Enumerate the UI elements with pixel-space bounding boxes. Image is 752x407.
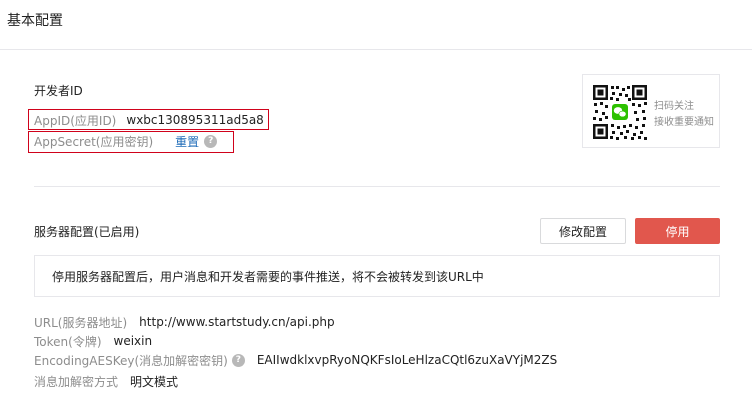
appsecret-label: AppSecret(应用密钥) (34, 134, 154, 149)
url-value: http://www.startstudy.cn/api.php (139, 315, 335, 329)
aes-key-row: EncodingAESKey(消息加解密密钥) ? EAIIwdklxvpRyo… (34, 352, 557, 368)
token-value: weixin (113, 334, 153, 348)
encryption-mode-label: 消息加解密方式 (34, 374, 119, 389)
encryption-mode-row: 消息加解密方式 明文模式 (34, 373, 178, 389)
appid-row: AppID(应用ID) wxbc130895311ad5a8 (34, 112, 264, 128)
token-label: Token(令牌) (34, 334, 102, 349)
modify-config-button[interactable]: 修改配置 (540, 218, 626, 244)
section-divider (34, 186, 720, 187)
aes-help-icon[interactable]: ? (231, 353, 245, 367)
disable-notice-text: 停用服务器配置后，用户消息和开发者需要的事件推送，将不会被转发到该URL中 (52, 269, 484, 284)
qr-caption-line1: 扫码关注 (654, 101, 694, 112)
appid-label: AppID(应用ID) (34, 113, 117, 128)
page-title: 基本配置 (7, 13, 63, 29)
qr-code-icon (592, 84, 648, 140)
appid-value: wxbc130895311ad5a8 (126, 113, 264, 127)
disable-notice: 停用服务器配置后，用户消息和开发者需要的事件推送，将不会被转发到该URL中 (34, 255, 720, 297)
token-row: Token(令牌) weixin (34, 333, 152, 349)
encryption-mode-value: 明文模式 (130, 374, 179, 389)
url-row: URL(服务器地址) http://www.startstudy.cn/api.… (34, 314, 335, 330)
reset-secret-link[interactable]: 重置 (175, 133, 199, 150)
aes-key-value: EAIIwdklxvpRyoNQKFsIoLeHlzaCQtl6zuXaVYjM… (256, 353, 558, 367)
aes-key-label: EncodingAESKey(消息加解密密钥) (34, 353, 228, 368)
qr-code-card: 扫码关注 接收重要通知 (582, 74, 720, 148)
url-label: URL(服务器地址) (34, 315, 128, 330)
server-config-heading: 服务器配置(已启用) (34, 225, 140, 239)
appsecret-row: AppSecret(应用密钥) 重置 ? (34, 133, 218, 150)
developer-id-heading: 开发者ID (34, 84, 83, 98)
qr-caption-line2: 接收重要通知 (654, 117, 714, 128)
title-divider (0, 49, 752, 50)
disable-button[interactable]: 停用 (635, 218, 720, 244)
help-icon[interactable]: ? (204, 134, 218, 148)
